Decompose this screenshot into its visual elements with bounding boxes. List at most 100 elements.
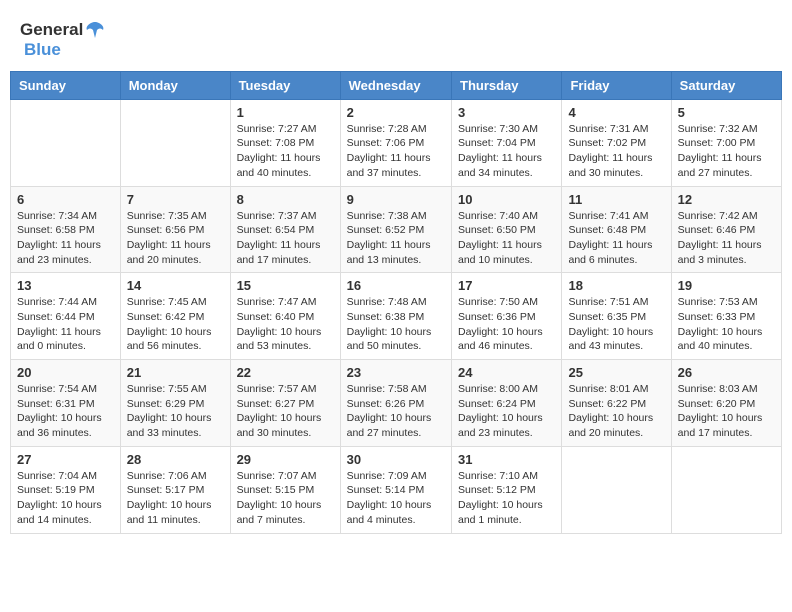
calendar-cell xyxy=(11,99,121,186)
calendar-cell: 20 Sunrise: 7:54 AM Sunset: 6:31 PM Dayli… xyxy=(11,360,121,447)
day-number: 25 xyxy=(568,365,664,380)
day-number: 22 xyxy=(237,365,334,380)
day-number: 1 xyxy=(237,105,334,120)
calendar-cell: 5 Sunrise: 7:32 AM Sunset: 7:00 PM Daylig… xyxy=(671,99,781,186)
day-number: 13 xyxy=(17,278,114,293)
day-info: Sunrise: 7:38 AM Sunset: 6:52 PM Dayligh… xyxy=(347,209,445,268)
calendar-cell: 27Sunrise: 7:04 AM Sunset: 5:19 PM Dayli… xyxy=(11,446,121,533)
day-number: 24 xyxy=(458,365,555,380)
day-info: Sunrise: 8:00 AM Sunset: 6:24 PM Dayligh… xyxy=(458,382,555,441)
day-header-tuesday: Tuesday xyxy=(230,71,340,99)
day-number: 20 xyxy=(17,365,114,380)
day-info: Sunrise: 7:50 AM Sunset: 6:36 PM Dayligh… xyxy=(458,295,555,354)
calendar-cell: 12 Sunrise: 7:42 AM Sunset: 6:46 PM Dayli… xyxy=(671,186,781,273)
day-info: Sunrise: 7:44 AM Sunset: 6:44 PM Dayligh… xyxy=(17,295,114,354)
calendar-cell xyxy=(562,446,671,533)
day-info: Sunrise: 7:51 AM Sunset: 6:35 PM Dayligh… xyxy=(568,295,664,354)
day-info: Sunrise: 8:01 AM Sunset: 6:22 PM Dayligh… xyxy=(568,382,664,441)
day-info: Sunrise: 7:58 AM Sunset: 6:26 PM Dayligh… xyxy=(347,382,445,441)
calendar-cell: 3 Sunrise: 7:30 AM Sunset: 7:04 PM Daylig… xyxy=(452,99,562,186)
day-number: 29 xyxy=(237,452,334,467)
calendar-cell: 6 Sunrise: 7:34 AM Sunset: 6:58 PM Daylig… xyxy=(11,186,121,273)
calendar-cell: 17Sunrise: 7:50 AM Sunset: 6:36 PM Dayli… xyxy=(452,273,562,360)
calendar-cell: 21Sunrise: 7:55 AM Sunset: 6:29 PM Dayli… xyxy=(120,360,230,447)
day-info: Sunrise: 7:45 AM Sunset: 6:42 PM Dayligh… xyxy=(127,295,224,354)
day-info: Sunrise: 7:32 AM Sunset: 7:00 PM Dayligh… xyxy=(678,122,775,181)
day-info: Sunrise: 7:42 AM Sunset: 6:46 PM Dayligh… xyxy=(678,209,775,268)
day-info: Sunrise: 7:28 AM Sunset: 7:06 PM Dayligh… xyxy=(347,122,445,181)
day-number: 12 xyxy=(678,192,775,207)
calendar-cell xyxy=(120,99,230,186)
day-info: Sunrise: 7:47 AM Sunset: 6:40 PM Dayligh… xyxy=(237,295,334,354)
day-number: 11 xyxy=(568,192,664,207)
calendar-cell: 8Sunrise: 7:37 AM Sunset: 6:54 PM Daylig… xyxy=(230,186,340,273)
day-number: 7 xyxy=(127,192,224,207)
calendar-cell: 14 Sunrise: 7:45 AM Sunset: 6:42 PM Dayli… xyxy=(120,273,230,360)
day-info: Sunrise: 7:35 AM Sunset: 6:56 PM Dayligh… xyxy=(127,209,224,268)
calendar-cell: 7 Sunrise: 7:35 AM Sunset: 6:56 PM Daylig… xyxy=(120,186,230,273)
calendar-cell: 26Sunrise: 8:03 AM Sunset: 6:20 PM Dayli… xyxy=(671,360,781,447)
day-header-friday: Friday xyxy=(562,71,671,99)
day-info: Sunrise: 7:09 AM Sunset: 5:14 PM Dayligh… xyxy=(347,469,445,528)
calendar-cell xyxy=(671,446,781,533)
calendar-cell: 23 Sunrise: 7:58 AM Sunset: 6:26 PM Dayli… xyxy=(340,360,451,447)
day-number: 16 xyxy=(347,278,445,293)
day-number: 15 xyxy=(237,278,334,293)
calendar-week-row: 6 Sunrise: 7:34 AM Sunset: 6:58 PM Daylig… xyxy=(11,186,782,273)
day-number: 3 xyxy=(458,105,555,120)
day-number: 19 xyxy=(678,278,775,293)
day-info: Sunrise: 7:34 AM Sunset: 6:58 PM Dayligh… xyxy=(17,209,114,268)
calendar-week-row: 20 Sunrise: 7:54 AM Sunset: 6:31 PM Dayli… xyxy=(11,360,782,447)
calendar-cell: 19 Sunrise: 7:53 AM Sunset: 6:33 PM Dayli… xyxy=(671,273,781,360)
day-info: Sunrise: 7:07 AM Sunset: 5:15 PM Dayligh… xyxy=(237,469,334,528)
day-info: Sunrise: 7:10 AM Sunset: 5:12 PM Dayligh… xyxy=(458,469,555,528)
calendar-week-row: 27Sunrise: 7:04 AM Sunset: 5:19 PM Dayli… xyxy=(11,446,782,533)
day-number: 31 xyxy=(458,452,555,467)
calendar-cell: 13 Sunrise: 7:44 AM Sunset: 6:44 PM Dayli… xyxy=(11,273,121,360)
logo-bird-icon xyxy=(85,22,105,38)
day-header-sunday: Sunday xyxy=(11,71,121,99)
calendar-header-row: SundayMondayTuesdayWednesdayThursdayFrid… xyxy=(11,71,782,99)
calendar-cell: 31 Sunrise: 7:10 AM Sunset: 5:12 PM Dayli… xyxy=(452,446,562,533)
calendar-cell: 29 Sunrise: 7:07 AM Sunset: 5:15 PM Dayli… xyxy=(230,446,340,533)
day-info: Sunrise: 7:48 AM Sunset: 6:38 PM Dayligh… xyxy=(347,295,445,354)
day-number: 28 xyxy=(127,452,224,467)
calendar-cell: 18 Sunrise: 7:51 AM Sunset: 6:35 PM Dayli… xyxy=(562,273,671,360)
calendar-cell: 16 Sunrise: 7:48 AM Sunset: 6:38 PM Dayli… xyxy=(340,273,451,360)
day-number: 23 xyxy=(347,365,445,380)
day-number: 18 xyxy=(568,278,664,293)
logo-general-text: General xyxy=(20,20,83,40)
day-info: Sunrise: 8:03 AM Sunset: 6:20 PM Dayligh… xyxy=(678,382,775,441)
day-info: Sunrise: 7:27 AM Sunset: 7:08 PM Dayligh… xyxy=(237,122,334,181)
day-info: Sunrise: 7:55 AM Sunset: 6:29 PM Dayligh… xyxy=(127,382,224,441)
day-info: Sunrise: 7:41 AM Sunset: 6:48 PM Dayligh… xyxy=(568,209,664,268)
day-header-saturday: Saturday xyxy=(671,71,781,99)
day-info: Sunrise: 7:30 AM Sunset: 7:04 PM Dayligh… xyxy=(458,122,555,181)
logo-blue-text: Blue xyxy=(24,40,61,60)
day-info: Sunrise: 7:57 AM Sunset: 6:27 PM Dayligh… xyxy=(237,382,334,441)
calendar-cell: 10Sunrise: 7:40 AM Sunset: 6:50 PM Dayli… xyxy=(452,186,562,273)
day-info: Sunrise: 7:31 AM Sunset: 7:02 PM Dayligh… xyxy=(568,122,664,181)
calendar-cell: 22 Sunrise: 7:57 AM Sunset: 6:27 PM Dayli… xyxy=(230,360,340,447)
day-number: 30 xyxy=(347,452,445,467)
day-header-wednesday: Wednesday xyxy=(340,71,451,99)
calendar-cell: 11 Sunrise: 7:41 AM Sunset: 6:48 PM Dayli… xyxy=(562,186,671,273)
calendar-week-row: 1 Sunrise: 7:27 AM Sunset: 7:08 PM Daylig… xyxy=(11,99,782,186)
calendar-table: SundayMondayTuesdayWednesdayThursdayFrid… xyxy=(10,71,782,534)
page-header: General Blue xyxy=(10,10,782,66)
day-info: Sunrise: 7:04 AM Sunset: 5:19 PM Dayligh… xyxy=(17,469,114,528)
day-number: 14 xyxy=(127,278,224,293)
day-info: Sunrise: 7:06 AM Sunset: 5:17 PM Dayligh… xyxy=(127,469,224,528)
calendar-cell: 9Sunrise: 7:38 AM Sunset: 6:52 PM Daylig… xyxy=(340,186,451,273)
day-header-monday: Monday xyxy=(120,71,230,99)
calendar-cell: 15 Sunrise: 7:47 AM Sunset: 6:40 PM Dayli… xyxy=(230,273,340,360)
day-info: Sunrise: 7:54 AM Sunset: 6:31 PM Dayligh… xyxy=(17,382,114,441)
day-number: 5 xyxy=(678,105,775,120)
day-number: 6 xyxy=(17,192,114,207)
calendar-week-row: 13 Sunrise: 7:44 AM Sunset: 6:44 PM Dayli… xyxy=(11,273,782,360)
day-number: 2 xyxy=(347,105,445,120)
day-number: 10 xyxy=(458,192,555,207)
calendar-cell: 24 Sunrise: 8:00 AM Sunset: 6:24 PM Dayli… xyxy=(452,360,562,447)
calendar-cell: 1 Sunrise: 7:27 AM Sunset: 7:08 PM Daylig… xyxy=(230,99,340,186)
day-info: Sunrise: 7:53 AM Sunset: 6:33 PM Dayligh… xyxy=(678,295,775,354)
